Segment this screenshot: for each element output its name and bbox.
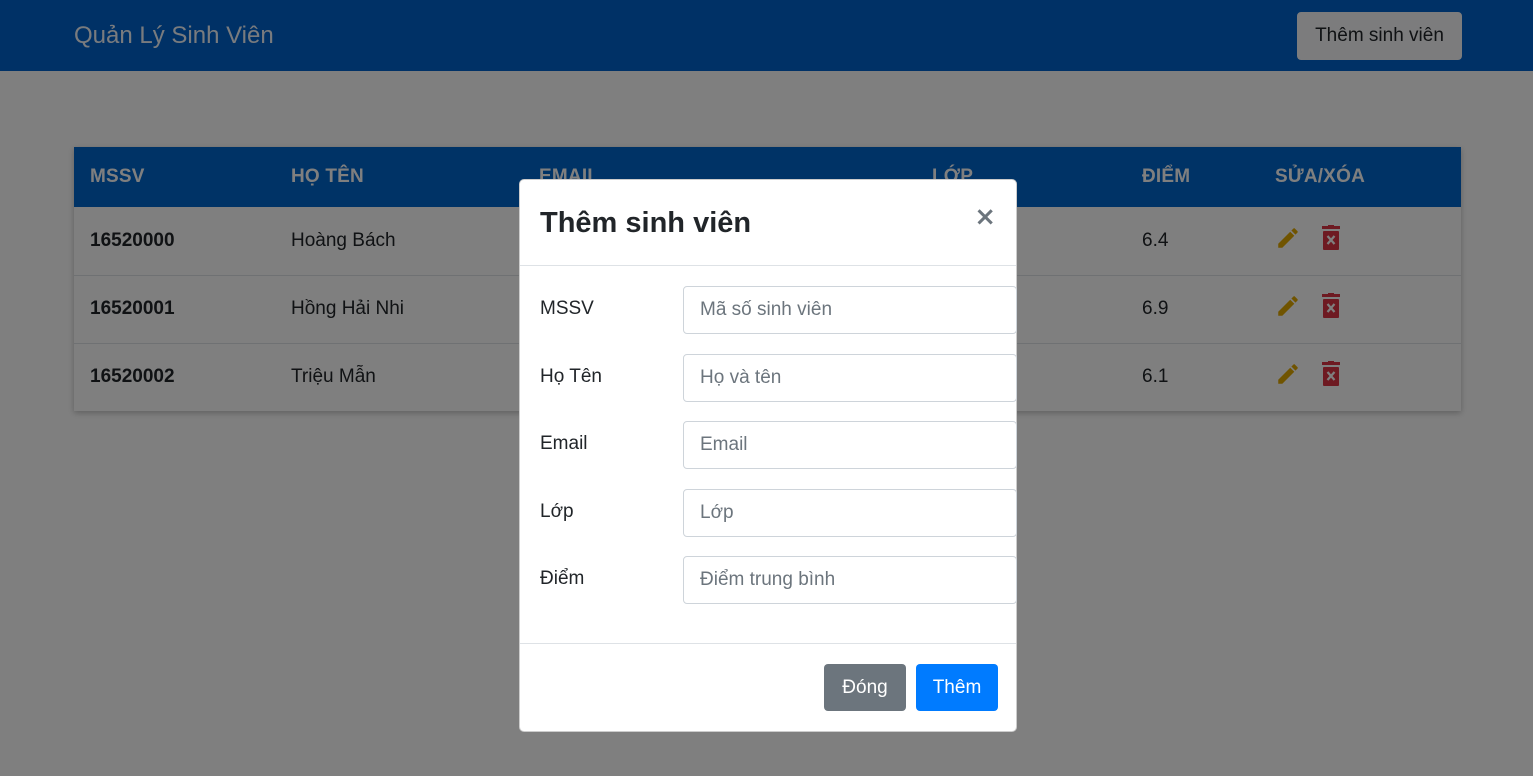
modal-header: Thêm sinh viên × [520, 180, 1016, 266]
mssv-input[interactable] [683, 286, 1017, 334]
form-row-email: Email [540, 421, 1017, 469]
form-row-mssv: MSSV [540, 286, 1017, 334]
form-row-score: Điểm [540, 556, 1017, 604]
email-label: Email [540, 433, 588, 454]
form-row-class: Lớp [540, 489, 1017, 537]
name-input[interactable] [683, 354, 1017, 402]
score-label: Điểm [540, 568, 585, 589]
modal-footer: Đóng Thêm [520, 644, 1016, 732]
form-row-name: Họ Tên [540, 354, 1017, 402]
email-input[interactable] [683, 421, 1017, 469]
mssv-label: MSSV [540, 298, 594, 319]
close-button[interactable]: Đóng [824, 664, 906, 711]
submit-button[interactable]: Thêm [916, 664, 998, 711]
name-label: Họ Tên [540, 366, 602, 387]
modal-title: Thêm sinh viên [540, 207, 752, 239]
class-input[interactable] [683, 489, 1017, 537]
class-label: Lớp [540, 501, 574, 522]
modal-body: MSSV Họ Tên Email Lớp Điểm [520, 266, 1017, 644]
close-icon[interactable]: × [974, 204, 996, 230]
add-student-modal: Thêm sinh viên × MSSV Họ Tên Email Lớp Đ… [519, 179, 1017, 732]
score-input[interactable] [683, 556, 1017, 604]
